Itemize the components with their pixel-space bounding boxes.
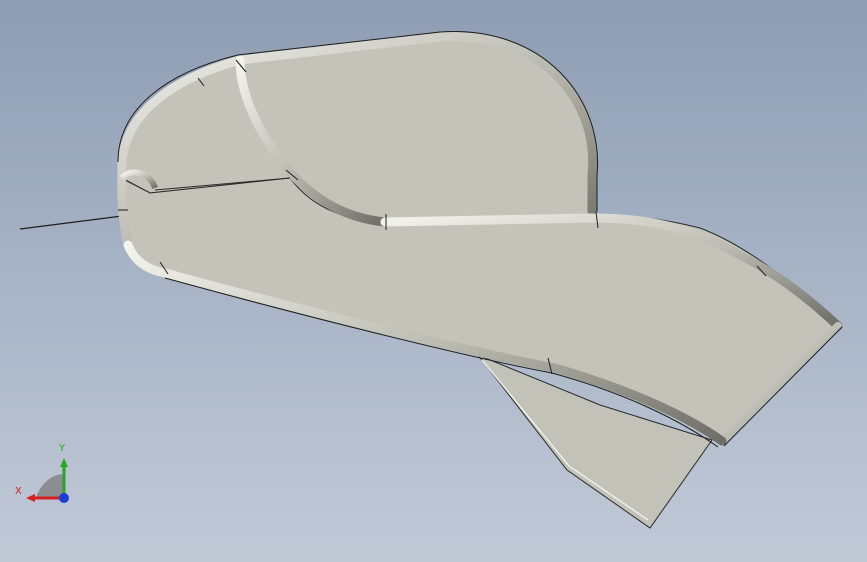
triad-axes-graphic	[26, 458, 69, 503]
graphics-viewport[interactable]: Y X	[0, 0, 867, 562]
triad-y-label: Y	[59, 443, 66, 454]
reference-triad: Y X	[12, 440, 82, 510]
3d-part-model[interactable]	[0, 0, 867, 562]
triad-x-label: X	[15, 486, 22, 497]
sketch-line[interactable]	[19, 215, 123, 230]
